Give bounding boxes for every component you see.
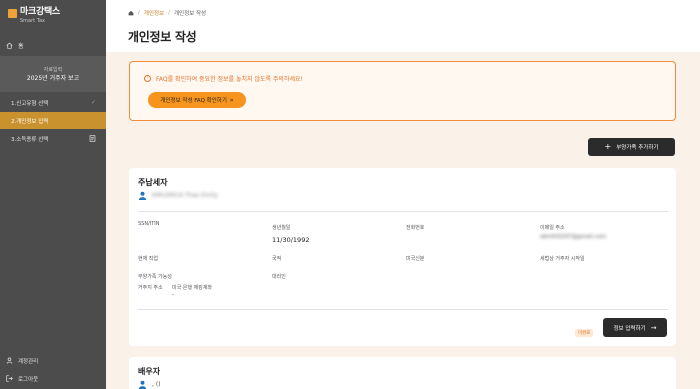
job-label: 현재 직업 [138,256,158,262]
add-dependent-button[interactable]: + 부양가족 추가하기 [588,138,675,156]
return-info-title: 2025년 거주자 보고 [26,75,80,82]
faq-button[interactable]: 개인정보 작성 FAQ 확인하기 » [148,92,246,108]
sidebar-item-home[interactable]: 홈 [0,37,106,54]
card-title: 배우자 [138,367,161,376]
notice-message: ! FAQ를 확인하여 중요한 정보를 놓치지 않도록 주의하세요! [144,74,303,83]
breadcrumb-current: 개인정보 작성 [173,11,207,17]
breadcrumb-separator: / [168,10,170,16]
brand-name: 마크강택스 [20,7,60,17]
check-icon: ✓ [90,99,96,106]
ssn-label: SSN/ITIN [138,221,160,227]
document-icon [89,135,96,142]
return-info: 자료입력 2025년 거주자 보고 [0,56,106,92]
add-dependent-label: 부양가족 추가하기 [616,145,659,151]
breadcrumb-item[interactable]: 개인정보 [144,9,164,17]
sidebar-item-account[interactable]: 계정관리 [0,353,106,368]
arrow-right-icon: → [650,323,657,332]
phone-label: 전화번호 [406,225,425,231]
status-badge: 미완료 [575,329,594,337]
plus-icon: + [604,142,612,151]
sidebar-item-label: 1.신고유형 선택 [11,100,49,107]
card-title: 주납세자 [138,178,168,187]
sidebar-item-filing-type[interactable]: 1.신고유형 선택 ✓ [0,94,106,111]
sidebar-item-label: 로그아웃 [18,376,39,383]
spouse-name-row: , () [138,380,161,389]
dependent-possibility-label: 부양가족 가능성 [138,274,172,280]
divider [138,309,668,310]
proxy-label: 대리인 [272,274,286,280]
sidebar-item-label: 2.개인정보 입력 [11,118,49,125]
residence-start-label: 세법상 거주자 시작일 [540,256,585,262]
sidebar-item-logout[interactable]: 로그아웃 [0,371,106,386]
page-header: / 개인정보 / 개인정보 작성 개인정보 작성 [106,0,700,52]
logo[interactable]: 마크강택스 Smart Tax [8,7,60,25]
taxpayer-card: 주납세자 KIM,ERICA Thao Emily SSN/ITIN 생년월일 … [129,168,676,346]
breadcrumb-separator: / [138,10,140,16]
bank-label: 미국 은행 체킹계좌 [172,285,212,291]
birth-value: 11/30/1992 [272,236,310,244]
double-chevron-right-icon: » [229,96,234,104]
spouse-name: , () [152,381,161,388]
sidebar: 마크강택스 Smart Tax 홈 자료입력 2025년 거주자 보고 1.신고… [0,0,106,389]
divider [138,211,668,212]
sidebar-item-income-type[interactable]: 3.소득종류 선택 [0,130,106,147]
faq-notice: ! FAQ를 확인하여 중요한 정보를 놓치지 않도록 주의하세요! 개인정보 … [129,61,676,121]
sidebar-item-label: 3.소득종류 선택 [11,136,49,143]
logout-icon [6,375,13,382]
taxpayer-name: KIM,ERICA Thao Emily [152,192,218,199]
user-icon [6,357,13,364]
enter-info-label: 정보 입력하기 [613,325,646,332]
home-icon[interactable] [128,10,134,16]
logo-mark-icon [8,9,17,18]
spouse-card: 배우자 , () [129,357,676,389]
person-icon [138,380,147,389]
brand-sub: Smart Tax [20,18,45,24]
email-label: 이메일 주소 [540,225,565,231]
faq-button-label: 개인정보 작성 FAQ 확인하기 [160,98,227,104]
notice-text: FAQ를 확인하여 중요한 정보를 놓치지 않도록 주의하세요! [156,76,303,83]
person-icon [138,191,147,200]
nationality-label: 국적 [272,256,282,262]
sidebar-item-label: 계정관리 [18,358,39,365]
sidebar-item-personal-info[interactable]: 2.개인정보 입력 [0,112,106,129]
bank-value: - [172,292,174,298]
taxpayer-name-row: KIM,ERICA Thao Emily [138,191,218,200]
page-title: 개인정보 작성 [128,30,197,44]
return-info-sub: 자료입력 [43,67,63,73]
breadcrumb: / 개인정보 / 개인정보 작성 [128,9,206,17]
sidebar-item-label: 홈 [18,43,24,50]
warning-icon: ! [144,75,151,82]
address-label: 거주지 주소 [138,285,163,291]
status-label: 미국신분 [406,256,425,262]
home-icon [6,42,13,49]
email-value: ebmth0247@gmail.com [540,234,607,240]
enter-info-button[interactable]: 정보 입력하기 → [603,318,667,337]
birth-label: 생년월일 [272,225,291,231]
